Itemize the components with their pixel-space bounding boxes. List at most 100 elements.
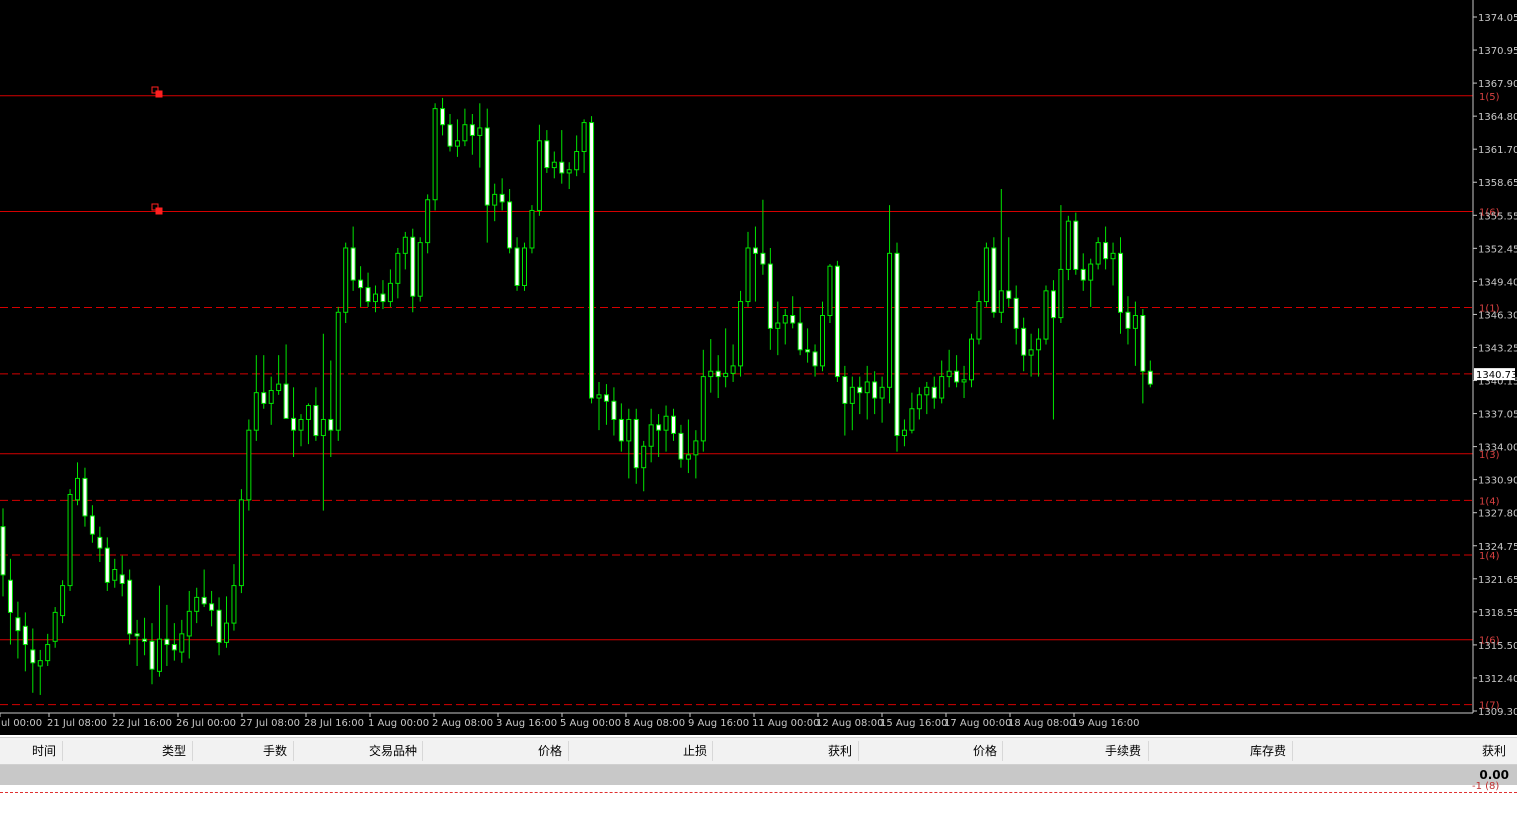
column-header-stop-loss[interactable]: 止损 (683, 738, 707, 764)
time-axis-label: 18 Aug 08:00 (1008, 718, 1075, 729)
candle-body (179, 633, 185, 653)
candle-body (410, 236, 416, 297)
candle-body (1088, 263, 1094, 281)
column-separator (1148, 741, 1149, 761)
price-axis-label: 1361.70 (1478, 145, 1517, 156)
candle-body (305, 405, 311, 420)
candle-body (812, 351, 818, 367)
candle-body (887, 252, 893, 388)
candle-body (164, 638, 170, 646)
candle-body (112, 569, 118, 581)
candle-body (484, 127, 490, 206)
candle-body (156, 638, 162, 672)
column-header-profit[interactable]: 获利 (1482, 738, 1506, 764)
candle-body (805, 349, 811, 353)
level-line-8 (0, 792, 1517, 793)
column-header-current-price[interactable]: 价格 (973, 738, 997, 764)
candle-body (700, 376, 706, 442)
time-axis-label: 15 Aug 16:00 (880, 718, 947, 729)
candle-body (946, 370, 952, 378)
candle-body (104, 547, 110, 583)
candle-body (1065, 220, 1071, 270)
price-axis-label: 1318.55 (1478, 608, 1517, 619)
candle-body (529, 209, 535, 249)
column-separator (858, 741, 859, 761)
candle-body (462, 124, 468, 142)
time-axis-label: 3 Aug 16:00 (496, 718, 557, 729)
candle-body (581, 122, 587, 153)
column-separator (192, 741, 193, 761)
price-axis-label: 1374.05 (1478, 13, 1517, 24)
candle-body (82, 477, 88, 517)
column-header-commission[interactable]: 手续费 (1105, 738, 1141, 764)
price-chart[interactable]: 1(5)1(6)1(1)1(2)1(3)1(4)1(4)1(6)1(7)1374… (0, 0, 1517, 735)
time-axis-label: Jul 00:00 (0, 718, 42, 729)
candlestick-chart-svg[interactable]: 1(5)1(6)1(1)1(2)1(3)1(4)1(4)1(6)1(7)1374… (0, 0, 1517, 735)
price-axis-label: 1367.90 (1478, 79, 1517, 90)
price-axis-label: 1370.95 (1478, 46, 1517, 57)
candle-body (454, 140, 460, 147)
candle-body (201, 596, 207, 605)
candle-body (238, 499, 244, 587)
current-price-label: 1340.73 (1476, 370, 1517, 381)
candle-body (298, 418, 304, 431)
candle-body (209, 603, 215, 611)
time-axis-label: 21 Jul 08:00 (47, 718, 107, 729)
column-header-time[interactable]: 时间 (32, 738, 56, 764)
column-header-take-profit[interactable]: 获利 (828, 738, 852, 764)
candle-body (656, 424, 662, 431)
candle-body (1013, 297, 1019, 329)
candle-body (834, 265, 840, 378)
time-axis-label: 11 Aug 00:00 (752, 718, 819, 729)
column-header-swap[interactable]: 库存费 (1250, 738, 1286, 764)
column-separator (568, 741, 569, 761)
candle-body (633, 418, 639, 469)
candle-body (417, 242, 423, 297)
candle-body (253, 392, 259, 431)
candle-body (15, 617, 21, 632)
candle-body (283, 383, 289, 419)
candle-body (387, 282, 393, 303)
candle-body (827, 265, 833, 317)
candle-body (134, 633, 140, 637)
candle-body (745, 247, 751, 303)
column-header-price[interactable]: 价格 (538, 738, 562, 764)
candle-body (820, 315, 825, 367)
price-axis-label: 1349.40 (1478, 277, 1517, 288)
candle-body (492, 193, 498, 206)
candle-body (767, 263, 773, 329)
candle-body (343, 247, 349, 313)
candle-body (723, 372, 729, 378)
candle-body (291, 417, 297, 431)
candle-body (119, 574, 125, 584)
price-axis-label: 1352.45 (1478, 244, 1517, 255)
price-axis-label: 1315.50 (1478, 641, 1517, 652)
column-header-symbol[interactable]: 交易品种 (369, 738, 417, 764)
column-header-volume[interactable]: 手数 (263, 738, 287, 764)
candle-body (678, 432, 684, 460)
candle-body (89, 515, 95, 535)
candle-body (276, 383, 282, 392)
price-axis-label: 1327.80 (1478, 509, 1517, 520)
candle-body (231, 585, 237, 624)
candle-body (373, 293, 378, 303)
candle-body (894, 252, 900, 437)
candle-body (618, 418, 624, 442)
candle-body (313, 405, 319, 437)
price-axis-label: 1343.25 (1478, 343, 1517, 354)
candle-body (1021, 327, 1027, 356)
balance-row[interactable]: 0.00 (0, 765, 1517, 785)
column-header-type[interactable]: 类型 (162, 738, 186, 764)
candle-body (37, 660, 43, 667)
price-axis-label: 1334.00 (1478, 443, 1517, 454)
candle-body (924, 386, 930, 396)
candle-body (715, 370, 721, 378)
candle-body (879, 386, 885, 399)
trade-arrow-marker (155, 90, 163, 98)
candle-body (246, 429, 252, 501)
candle-body (60, 585, 66, 617)
candle-body (477, 127, 483, 136)
candle-body (149, 640, 155, 670)
time-axis-label: 2 Aug 08:00 (432, 718, 493, 729)
column-separator (1292, 741, 1293, 761)
